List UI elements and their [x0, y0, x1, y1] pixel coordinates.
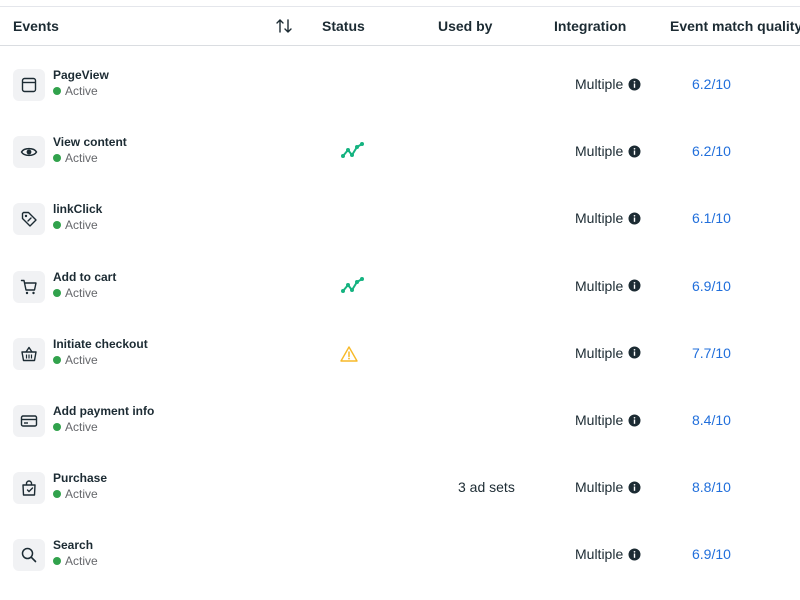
table-row[interactable]: Purchase Active 3 ad sets Multiple 8.8/10 [0, 458, 800, 525]
integration-value: Multiple [575, 210, 624, 227]
warning-icon[interactable] [339, 344, 365, 368]
event-match-quality-link[interactable]: 6.2/10 [692, 143, 731, 159]
info-icon[interactable] [628, 78, 641, 91]
event-name[interactable]: Search [53, 538, 93, 552]
event-name[interactable]: Purchase [53, 471, 107, 485]
event-name[interactable]: Initiate checkout [53, 337, 148, 351]
info-icon[interactable] [628, 145, 641, 158]
table-row[interactable]: Initiate checkout Active Multiple 7.7/10 [0, 324, 800, 391]
table-row[interactable]: Search Active Multiple 6.9/10 [0, 525, 800, 592]
event-status-label: Active [65, 151, 98, 166]
integration-value: Multiple [575, 479, 624, 496]
event-status-label: Active [65, 352, 98, 367]
event-status-label: Active [65, 554, 98, 569]
event-match-quality-link[interactable]: 6.2/10 [692, 76, 731, 92]
active-dot-icon [53, 87, 61, 95]
column-header-event-match-quality[interactable]: Event match quality [670, 18, 800, 34]
column-header-events[interactable]: Events [13, 18, 59, 34]
integration-cell: Multiple [575, 546, 641, 562]
event-status-label: Active [65, 218, 98, 233]
event-name[interactable]: Add to cart [53, 270, 116, 284]
event-name[interactable]: Add payment info [53, 404, 154, 418]
table-row[interactable]: Add to cart Active Multiple 6.9/10 [0, 257, 800, 324]
used-by-value[interactable]: 3 ad sets [458, 479, 515, 495]
integration-cell: Multiple [575, 278, 641, 294]
integration-cell: Multiple [575, 479, 641, 495]
event-match-quality-link[interactable]: 7.7/10 [692, 345, 731, 361]
event-activity-status: Active [53, 353, 98, 367]
info-icon[interactable] [628, 279, 641, 292]
basket-icon [13, 337, 45, 370]
event-activity-status: Active [53, 554, 98, 568]
integration-value: Multiple [575, 76, 624, 92]
column-header-used-by[interactable]: Used by [438, 18, 492, 34]
integration-cell: Multiple [575, 143, 641, 159]
trend-icon[interactable] [340, 140, 366, 164]
event-activity-status: Active [53, 151, 98, 165]
event-match-quality-link[interactable]: 6.1/10 [692, 210, 731, 226]
info-icon[interactable] [628, 481, 641, 494]
tag-icon [13, 203, 45, 236]
column-header-status[interactable]: Status [322, 18, 365, 34]
integration-cell: Multiple [575, 412, 641, 428]
integration-value: Multiple [575, 412, 624, 428]
event-status-label: Active [65, 84, 98, 98]
event-match-quality-link[interactable]: 6.9/10 [692, 546, 731, 562]
eye-icon [13, 136, 45, 169]
cart-icon [13, 270, 45, 303]
event-match-quality-link[interactable]: 8.8/10 [692, 479, 731, 495]
table-header: Events Status Used by Integration Event … [0, 6, 800, 46]
table-row[interactable]: linkClick Active Multiple 6.1/10 [0, 189, 800, 256]
integration-cell: Multiple [575, 345, 641, 361]
table-row[interactable]: Add payment info Active Multiple 8.4/10 [0, 391, 800, 458]
integration-value: Multiple [575, 143, 624, 160]
event-activity-status: Active [53, 487, 98, 501]
event-status-label: Active [65, 285, 98, 300]
active-dot-icon [53, 423, 61, 431]
search-icon [13, 539, 45, 572]
integration-value: Multiple [575, 277, 624, 294]
event-status-label: Active [65, 487, 98, 502]
integration-cell: Multiple [575, 76, 641, 92]
integration-value: Multiple [575, 546, 624, 563]
event-name[interactable]: PageView [53, 68, 109, 82]
info-icon[interactable] [628, 414, 641, 427]
event-name[interactable]: View content [53, 135, 127, 149]
event-activity-status: Active [53, 420, 98, 434]
active-dot-icon [53, 355, 61, 364]
active-dot-icon [53, 490, 61, 499]
event-status-label: Active [65, 420, 98, 434]
event-activity-status: Active [53, 286, 98, 300]
trend-icon[interactable] [340, 275, 366, 299]
browser-window-icon [13, 69, 45, 101]
active-dot-icon [53, 288, 61, 297]
info-icon[interactable] [628, 548, 641, 561]
info-icon[interactable] [628, 346, 641, 359]
active-dot-icon [53, 557, 61, 566]
events-table: Events Status Used by Integration Event … [0, 0, 800, 600]
event-name[interactable]: linkClick [53, 202, 102, 216]
credit-card-icon [13, 405, 45, 437]
active-dot-icon [53, 154, 61, 163]
table-row[interactable]: PageView Active Multiple 6.2/10 [0, 55, 800, 122]
shopping-bag-icon [13, 472, 45, 505]
event-match-quality-link[interactable]: 6.9/10 [692, 278, 731, 294]
event-activity-status: Active [53, 84, 98, 98]
integration-cell: Multiple [575, 210, 641, 226]
event-activity-status: Active [53, 218, 98, 232]
table-row[interactable]: View content Active Multiple 6.2/10 [0, 122, 800, 189]
event-match-quality-link[interactable]: 8.4/10 [692, 412, 731, 428]
column-header-integration[interactable]: Integration [554, 18, 626, 34]
integration-value: Multiple [575, 344, 624, 361]
active-dot-icon [53, 221, 61, 230]
sort-icon[interactable] [274, 16, 294, 36]
info-icon[interactable] [628, 212, 641, 225]
